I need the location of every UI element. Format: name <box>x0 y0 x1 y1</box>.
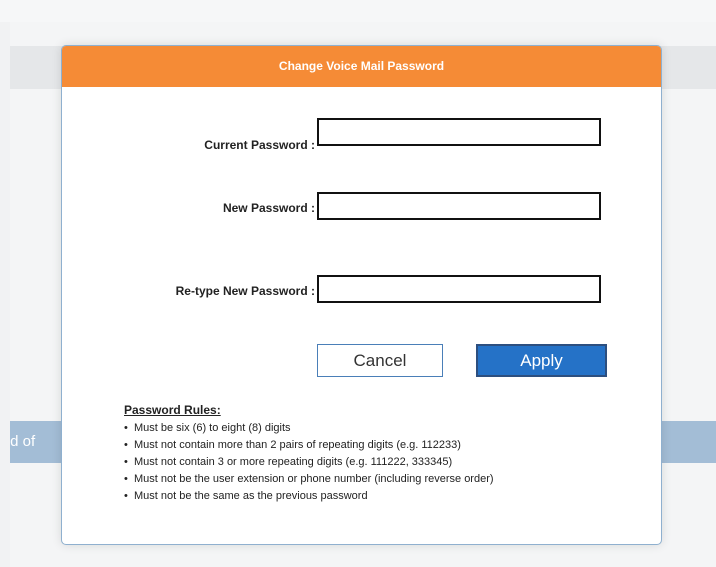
list-item: • Must not be the user extension or phone… <box>124 471 494 488</box>
apply-button[interactable]: Apply <box>476 344 607 377</box>
list-item: • Must be six (6) to eight (8) digits <box>124 420 494 437</box>
new-password-label: New Password : <box>222 201 315 215</box>
list-item: • Must not be the same as the previous pa… <box>124 488 494 505</box>
password-rules-title: Password Rules: <box>124 403 221 417</box>
current-password-input[interactable] <box>317 118 601 146</box>
change-password-dialog: Change Voice Mail Password Current Passw… <box>61 45 662 545</box>
rule-text: Must not contain more than 2 pairs of re… <box>134 439 461 451</box>
retype-password-input[interactable] <box>317 275 601 303</box>
rule-text: Must not contain 3 or more repeating dig… <box>134 456 453 468</box>
bullet-icon: • <box>124 422 128 434</box>
new-password-input[interactable] <box>317 192 601 220</box>
cancel-button[interactable]: Cancel <box>317 344 443 377</box>
bullet-icon: • <box>124 456 128 468</box>
password-rules-list: • Must be six (6) to eight (8) digits • Mu… <box>124 420 494 505</box>
rule-text: Must not be the user extension or phone … <box>134 473 494 485</box>
retype-password-label: Re-type New Password : <box>175 284 315 298</box>
dialog-title: Change Voice Mail Password <box>62 46 661 87</box>
current-password-label: Current Password : <box>204 138 315 152</box>
rule-text: Must not be the same as the previous pas… <box>134 490 368 502</box>
background-top-strip <box>0 0 716 22</box>
rule-text: Must be six (6) to eight (8) digits <box>134 422 291 434</box>
bullet-icon: • <box>124 473 128 485</box>
bullet-icon: • <box>124 439 128 451</box>
list-item: • Must not contain 3 or more repeating di… <box>124 454 494 471</box>
list-item: • Must not contain more than 2 pairs of r… <box>124 437 494 454</box>
bullet-icon: • <box>124 490 128 502</box>
